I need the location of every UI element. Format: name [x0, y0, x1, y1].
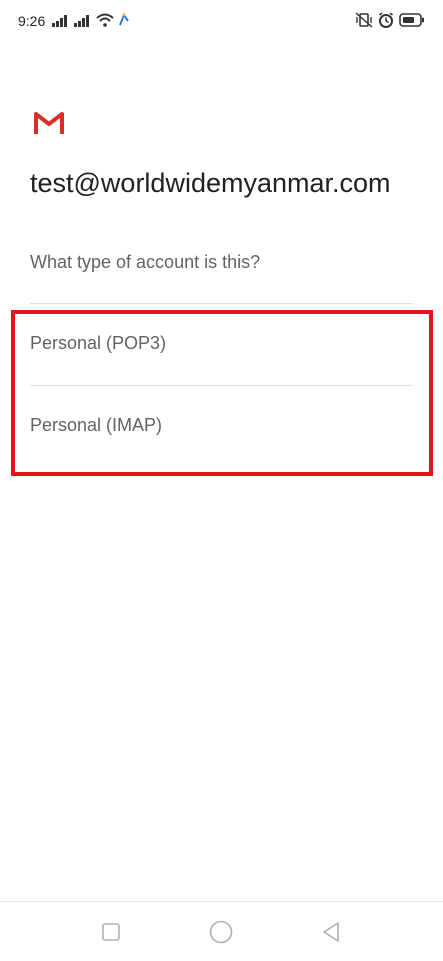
status-bar: 9:26: [0, 0, 443, 44]
status-time: 9:26: [18, 13, 46, 29]
signal-icon: [52, 14, 70, 32]
vibrate-icon: [355, 12, 373, 33]
status-right-icons: [355, 12, 425, 33]
option-label: Personal (IMAP): [30, 414, 163, 435]
account-type-question: What type of account is this?: [30, 252, 261, 272]
recent-apps-icon[interactable]: [98, 919, 124, 945]
account-email-title: test@worldwidemyanmar.com: [30, 168, 391, 198]
option-label: Personal (POP3): [30, 332, 167, 353]
option-personal-imap[interactable]: Personal (IMAP): [30, 385, 413, 465]
gmail-logo-icon: [33, 108, 65, 138]
sync-icon: [118, 13, 130, 32]
battery-icon: [399, 13, 425, 32]
wifi-icon: [96, 13, 114, 32]
home-icon[interactable]: [208, 919, 234, 945]
alarm-icon: [378, 12, 394, 33]
navigation-bar: [0, 901, 443, 961]
option-personal-pop3[interactable]: Personal (POP3): [30, 303, 413, 383]
back-icon[interactable]: [318, 919, 344, 945]
signal-icon: [74, 14, 92, 32]
status-left-icons: [52, 13, 130, 32]
